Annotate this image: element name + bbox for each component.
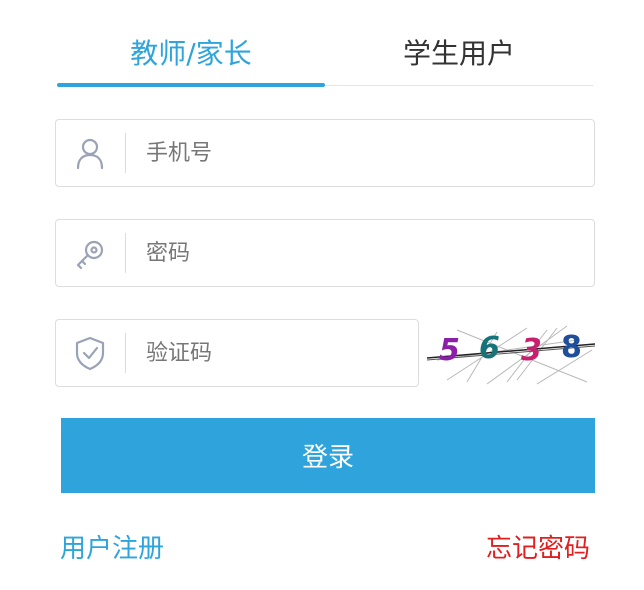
password-input[interactable] — [146, 233, 566, 273]
captcha-digit: 6 — [479, 331, 500, 366]
key-icon — [72, 235, 108, 271]
captcha-field — [55, 319, 419, 387]
captcha-digit: 8 — [561, 330, 582, 365]
login-button[interactable]: 登录 — [61, 418, 595, 493]
field-divider — [125, 233, 126, 273]
field-divider — [125, 133, 126, 173]
tab-teacher-parent[interactable]: 教师/家长 — [57, 34, 325, 74]
captcha-input[interactable] — [146, 333, 396, 373]
register-link[interactable]: 用户注册 — [60, 528, 164, 565]
shield-check-icon — [72, 335, 108, 371]
captcha-digit: 5 — [439, 333, 460, 368]
password-field — [55, 219, 595, 287]
phone-input[interactable] — [146, 133, 566, 173]
login-tabs: 教师/家长 学生用户 — [57, 0, 593, 88]
active-tab-indicator — [57, 83, 325, 87]
forgot-password-link[interactable]: 忘记密码 — [486, 528, 590, 565]
tab-student[interactable]: 学生用户 — [325, 34, 593, 74]
user-icon — [72, 135, 108, 171]
captcha-image[interactable]: 5 6 3 8 — [427, 320, 595, 386]
phone-field — [55, 119, 595, 187]
field-divider — [125, 333, 126, 373]
captcha-digit: 3 — [521, 333, 542, 368]
